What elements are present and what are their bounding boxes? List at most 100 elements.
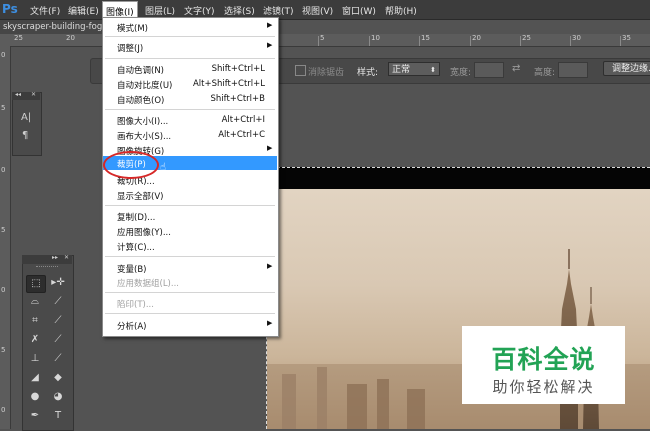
character-icon[interactable]: A| xyxy=(21,112,31,123)
menu-type[interactable]: 文字(Y) xyxy=(184,4,215,17)
pen-tool-icon[interactable]: ✒ xyxy=(26,408,44,424)
height-input[interactable] xyxy=(558,62,588,78)
close-icon[interactable]: ✕ xyxy=(64,254,69,261)
photoshop-logo: Ps xyxy=(2,2,18,16)
vertical-ruler: 0 5 0 5 0 5 0 xyxy=(0,46,11,429)
chevron-updown-icon: ⬍ xyxy=(430,66,436,74)
move-tool-icon[interactable]: ▸✛ xyxy=(49,275,67,291)
lasso-tool-icon[interactable]: ⌓ xyxy=(26,294,44,310)
quick-select-tool-icon[interactable]: ⟋ xyxy=(49,294,67,310)
menu-item-canvas-size[interactable]: 画布大小(S)... xyxy=(117,130,171,142)
character-panel-dock xyxy=(12,92,42,156)
menu-item-duplicate[interactable]: 复制(D)... xyxy=(117,211,155,223)
menu-edit[interactable]: 编辑(E) xyxy=(68,4,99,17)
ruler-tick: 0 xyxy=(1,166,6,174)
menu-view[interactable]: 视图(V) xyxy=(302,4,333,17)
tools-panel-header[interactable]: ▸▸ ✕ xyxy=(22,254,72,264)
crop-tool-icon[interactable]: ⌗ xyxy=(26,313,44,329)
menu-item-auto-tone[interactable]: 自动色调(N) xyxy=(117,64,164,76)
menu-item-mode[interactable]: 模式(M) xyxy=(117,22,148,34)
paint-bucket-tool-icon[interactable]: ◆ xyxy=(49,370,67,386)
ruler-tick: 30 xyxy=(572,34,581,42)
ruler-tick: 20 xyxy=(66,34,75,42)
shortcut-canvas-size: Alt+Ctrl+C xyxy=(218,130,265,140)
ruler-tick: 5 xyxy=(320,34,325,42)
stamp-tool-icon[interactable]: ⊥ xyxy=(26,351,44,367)
ruler-tick: 10 xyxy=(371,34,380,42)
submenu-arrow-icon: ▶ xyxy=(267,262,273,270)
ruler-tick: 0 xyxy=(1,286,6,294)
antialias-label: 消除锯齿 xyxy=(308,68,345,78)
menu-item-apply-image[interactable]: 应用图像(Y)... xyxy=(117,226,171,238)
blur-tool-icon[interactable]: ● xyxy=(26,389,44,405)
menu-item-auto-color[interactable]: 自动颜色(O) xyxy=(117,94,164,106)
document-tab[interactable]: skyscraper-building-fog.jp xyxy=(0,20,106,34)
menu-item-image-size[interactable]: 图像大小(I)... xyxy=(117,115,168,127)
style-select[interactable]: 正常 ⬍ xyxy=(388,62,440,76)
refine-edge-button[interactable]: 调整边缘... xyxy=(603,61,650,76)
menu-item-reveal-all[interactable]: 显示全部(V) xyxy=(117,190,163,202)
type-tool-icon[interactable]: T xyxy=(49,408,67,424)
menu-select[interactable]: 选择(S) xyxy=(224,4,255,17)
history-brush-tool-icon[interactable]: ⟋ xyxy=(49,351,67,367)
mouse-cursor-icon: ☝ xyxy=(160,162,167,173)
menu-file[interactable]: 文件(F) xyxy=(30,4,60,17)
style-value: 正常 xyxy=(392,65,411,75)
ruler-tick: 25 xyxy=(522,34,531,42)
ruler-tick: 0 xyxy=(1,406,6,414)
brush-tool-icon[interactable]: ⟋ xyxy=(49,332,67,348)
menu-item-apply-data-set: 应用数据组(L)... xyxy=(117,279,179,289)
swap-icon[interactable]: ⇄ xyxy=(512,63,520,74)
paragraph-icon[interactable]: ¶ xyxy=(22,130,28,141)
ruler-tick: 25 xyxy=(14,34,23,42)
menu-item-calculations[interactable]: 计算(C)... xyxy=(117,241,155,253)
ruler-tick: 20 xyxy=(472,34,481,42)
menu-item-trap: 陷印(T)... xyxy=(117,300,154,310)
ruler-tick: 5 xyxy=(1,104,6,112)
shortcut-image-size: Alt+Ctrl+I xyxy=(221,115,265,125)
ruler-mark xyxy=(520,36,521,46)
menu-item-auto-contrast[interactable]: 自动对比度(U) xyxy=(117,79,172,91)
ruler-mark xyxy=(419,36,420,46)
collapse-icon[interactable]: ▸▸ xyxy=(52,254,58,261)
dodge-tool-icon[interactable]: ◕ xyxy=(49,389,67,405)
ruler-mark xyxy=(620,36,621,46)
menu-separator xyxy=(105,292,275,293)
ruler-tick: 0 xyxy=(1,51,6,59)
shortcut-auto-color: Shift+Ctrl+B xyxy=(210,94,265,104)
watermark-subtitle: 助你轻松解决 xyxy=(492,378,595,396)
menu-item-analysis[interactable]: 分析(A) xyxy=(117,320,146,332)
menu-separator xyxy=(105,36,275,37)
antialias-checkbox[interactable] xyxy=(295,65,306,76)
height-label: 高度: xyxy=(534,68,556,78)
selection-marquee-top xyxy=(267,167,650,168)
submenu-arrow-icon: ▶ xyxy=(267,41,273,49)
menu-window[interactable]: 窗口(W) xyxy=(342,4,376,17)
collapse-icon[interactable]: ◂◂ xyxy=(15,91,21,98)
width-input[interactable] xyxy=(474,62,504,78)
ruler-mark xyxy=(470,36,471,46)
ruler-mark xyxy=(318,36,319,46)
submenu-arrow-icon: ▶ xyxy=(267,144,273,152)
menu-layer[interactable]: 图层(L) xyxy=(145,4,175,17)
watermark-title: 百科全说 xyxy=(491,345,596,374)
ruler-mark xyxy=(369,36,370,46)
menu-item-variables[interactable]: 变量(B) xyxy=(117,263,146,275)
submenu-arrow-icon: ▶ xyxy=(267,319,273,327)
menu-separator xyxy=(105,313,275,314)
menu-separator xyxy=(105,256,275,257)
ruler-tick: 35 xyxy=(622,34,631,42)
panel-header[interactable]: ◂◂ ✕ xyxy=(12,91,40,100)
menu-item-adjustments[interactable]: 调整(J) xyxy=(117,42,143,54)
close-icon[interactable]: ✕ xyxy=(31,91,36,98)
panel-grip[interactable] xyxy=(36,266,58,269)
healing-brush-tool-icon[interactable]: ✗ xyxy=(26,332,44,348)
menu-separator xyxy=(105,58,275,59)
menu-help[interactable]: 帮助(H) xyxy=(385,4,417,17)
eyedropper-tool-icon[interactable]: ⟋ xyxy=(49,313,67,329)
eraser-tool-icon[interactable]: ◢ xyxy=(26,370,44,386)
menu-filter[interactable]: 滤镜(T) xyxy=(263,4,294,17)
marquee-tool-icon[interactable]: ⬚ xyxy=(26,275,46,293)
ruler-tick: 15 xyxy=(421,34,430,42)
shortcut-auto-tone: Shift+Ctrl+L xyxy=(211,64,265,74)
